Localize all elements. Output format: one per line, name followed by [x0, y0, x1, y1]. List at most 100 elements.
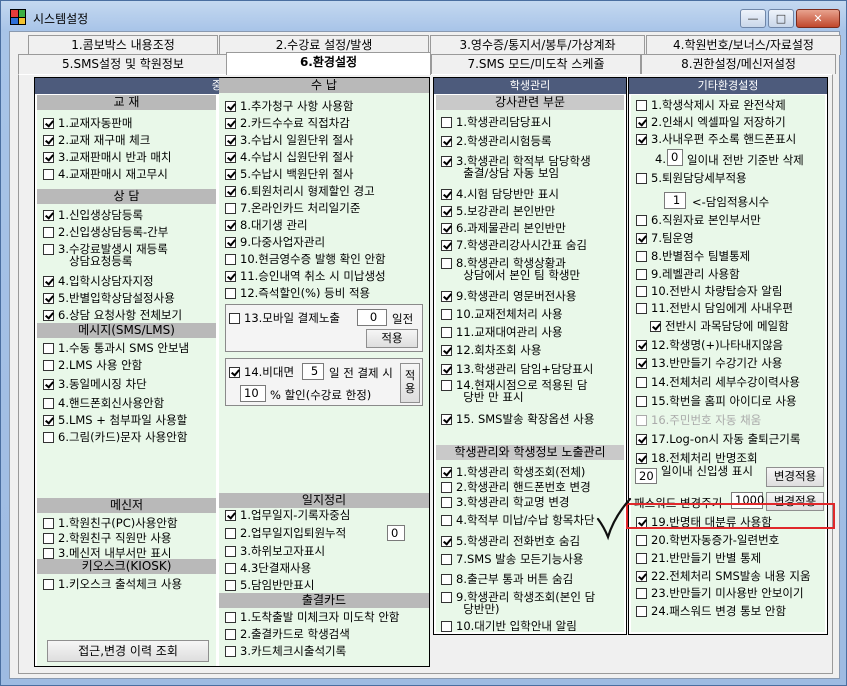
checkbox[interactable]: [43, 360, 54, 371]
nonface-days-input[interactable]: 5: [302, 363, 324, 380]
tab-sms-mode[interactable]: 7.SMS 모드/미도착 스케쥴: [431, 54, 641, 74]
checkbox[interactable]: [636, 358, 647, 369]
misc-item-24[interactable]: 24.패스워드 변경 통보 안함: [636, 605, 786, 617]
checkbox[interactable]: [636, 173, 647, 184]
checkbox[interactable]: [636, 377, 647, 388]
messenger-item-1[interactable]: 1.학원친구(PC)사용안함: [43, 517, 178, 529]
checkbox[interactable]: [225, 101, 236, 112]
checkbox[interactable]: [43, 518, 54, 529]
misc-item-2[interactable]: 2.인쇄시 엑셀파일 저장하기: [636, 116, 786, 128]
checkbox[interactable]: [43, 533, 54, 544]
message-item-3[interactable]: 3.동일메시징 차단: [43, 378, 147, 390]
sunap-item-1[interactable]: 1.추가청구 사항 사용함: [225, 100, 354, 112]
checkbox[interactable]: [43, 398, 54, 409]
newstudent-apply-button[interactable]: 변경적용: [766, 467, 824, 487]
tab-environment[interactable]: 6.환경설정: [226, 52, 431, 75]
expose-item-9[interactable]: 9.학생관리 학생조회(본인 담 당반만): [441, 591, 595, 615]
sunap-item-6[interactable]: 6.퇴원처리시 형제할인 경고: [225, 185, 375, 197]
checkbox[interactable]: [225, 186, 236, 197]
checkbox[interactable]: [225, 646, 236, 657]
checkbox[interactable]: [441, 156, 452, 167]
expose-item-1[interactable]: 1.학생관리 학생조회(전체): [441, 466, 585, 478]
minimize-button[interactable]: —: [740, 9, 766, 28]
checkbox[interactable]: [441, 536, 452, 547]
checkbox[interactable]: [43, 415, 54, 426]
misc-item-3[interactable]: 3.사내우편 주소록 핸드폰표시: [636, 133, 796, 145]
checkbox[interactable]: [441, 309, 452, 320]
sunap-item-11[interactable]: 11.승인내역 취소 시 미납생성: [225, 270, 386, 282]
mobile-payment-option[interactable]: 13.모바일 결제노출: [229, 312, 340, 324]
checkbox[interactable]: [441, 497, 452, 508]
checkbox[interactable]: [225, 220, 236, 231]
sunap-item-12[interactable]: 12.즉석할인(%) 등비 적용: [225, 287, 370, 299]
checkbox[interactable]: [636, 434, 647, 445]
tab-combobox[interactable]: 1.콤보박스 내용조정: [28, 35, 218, 55]
sangdam-item-1[interactable]: 1.신입생상담등록: [43, 209, 143, 221]
sunap-item-4[interactable]: 4.수납시 십원단위 절사: [225, 151, 354, 163]
message-item-5[interactable]: 5.LMS + 첨부파일 사용할: [43, 414, 187, 426]
checkbox[interactable]: [441, 258, 452, 269]
misc-item-6[interactable]: 6.직원자료 본인부서만: [636, 214, 761, 226]
expose-item-3[interactable]: 3.학생관리 학교명 변경: [441, 496, 570, 508]
sunap-item-8[interactable]: 8.대기생 관리: [225, 219, 308, 231]
student-item-3[interactable]: 3.학생관리 학적부 담당학생 출결/상담 자동 보임: [441, 155, 591, 179]
sunap-item-5[interactable]: 5.수납시 백원단위 절사: [225, 168, 354, 180]
message-item-4[interactable]: 4.핸드폰회신사용안함: [43, 397, 164, 409]
misc-item-14[interactable]: 14.전체처리 세부수강이력사용: [636, 376, 800, 388]
checkbox[interactable]: [636, 535, 647, 546]
ilji-item-1[interactable]: 1.업무일지-기록자중심: [225, 509, 350, 521]
sangdam-item-5[interactable]: 5.반별입학상담설정사용: [43, 292, 175, 304]
checkbox[interactable]: [441, 345, 452, 356]
checkbox[interactable]: [43, 210, 54, 221]
misc-item-15[interactable]: 15.학번을 홈피 아이디로 사용: [636, 395, 797, 407]
checkbox[interactable]: [441, 223, 452, 234]
checkbox[interactable]: [441, 467, 452, 478]
misc-item-11-sub[interactable]: 전반시 과목담당에 메일함: [650, 320, 789, 332]
checkbox[interactable]: [441, 240, 452, 251]
checkbox[interactable]: [225, 629, 236, 640]
checkbox[interactable]: [441, 515, 452, 526]
misc-item-1[interactable]: 1.학생삭제시 자료 완전삭제: [636, 99, 786, 111]
card-item-2[interactable]: 2.출결카드로 학생검색: [225, 628, 350, 640]
history-button[interactable]: 접근,변경 이력 조회: [47, 640, 209, 662]
ilji-item-2[interactable]: 2.업무일지입퇴원누적: [225, 527, 346, 539]
sangdam-item-6[interactable]: 6.상담 요청사항 전체보기: [43, 309, 182, 321]
checkbox[interactable]: [441, 291, 452, 302]
expose-item-10[interactable]: 10.대기반 입학안내 알림: [441, 620, 577, 632]
checkbox[interactable]: [636, 303, 647, 314]
expose-item-5[interactable]: 5.학생관리 전화번호 숨김: [441, 535, 580, 547]
sunap-item-9[interactable]: 9.다중사업자관리: [225, 236, 325, 248]
checkbox[interactable]: [43, 293, 54, 304]
ilji-item-4[interactable]: 4.3단결재사용: [225, 562, 311, 574]
checkbox[interactable]: [43, 276, 54, 287]
expose-item-7[interactable]: 7.SMS 발송 모든기능사용: [441, 553, 583, 565]
tab-receipt[interactable]: 3.영수증/통지서/봉투/가상계좌: [430, 35, 645, 55]
messenger-item-3[interactable]: 3.메신저 내부서만 표시: [43, 547, 172, 559]
checkbox[interactable]: [225, 169, 236, 180]
checkbox[interactable]: [441, 380, 452, 391]
checkbox[interactable]: [225, 271, 236, 282]
student-item-11[interactable]: 11.교재대여관리 사용: [441, 326, 563, 338]
tab-sms-settings[interactable]: 5.SMS설정 및 학원정보: [18, 54, 228, 74]
checkbox[interactable]: [636, 453, 647, 464]
gyojae-item-1[interactable]: 1.교재자동판매: [43, 117, 132, 129]
message-item-6[interactable]: 6.그림(카드)문자 사용안함: [43, 431, 187, 443]
checkbox[interactable]: [441, 414, 452, 425]
tab-permissions[interactable]: 8.권한설정/메신저설정: [641, 54, 836, 74]
kiosk-item-1[interactable]: 1.키오스크 출석체크 사용: [43, 578, 182, 590]
misc-item-9[interactable]: 9.레벨관리 사용함: [636, 268, 740, 280]
gyojae-item-3[interactable]: 3.교재판매시 반과 매치: [43, 151, 172, 163]
expose-item-8[interactable]: 8.출근부 통과 버튼 숨김: [441, 573, 573, 585]
checkbox[interactable]: [225, 254, 236, 265]
checkbox[interactable]: [43, 118, 54, 129]
checkbox[interactable]: [225, 528, 236, 539]
nonface-discount-input[interactable]: 10: [240, 385, 266, 402]
checkbox[interactable]: [225, 546, 236, 557]
checkbox[interactable]: [636, 286, 647, 297]
nonface-option[interactable]: 14.비대면: [229, 366, 294, 378]
checkbox[interactable]: [43, 152, 54, 163]
student-item-10[interactable]: 10.교재전체처리 사용: [441, 308, 563, 320]
student-item-7[interactable]: 7.학생관리강사시간표 숨김: [441, 239, 587, 251]
misc-item-11[interactable]: 11.전반시 담임에게 사내우편: [636, 302, 793, 314]
ilji-count-input[interactable]: 0: [387, 525, 405, 541]
